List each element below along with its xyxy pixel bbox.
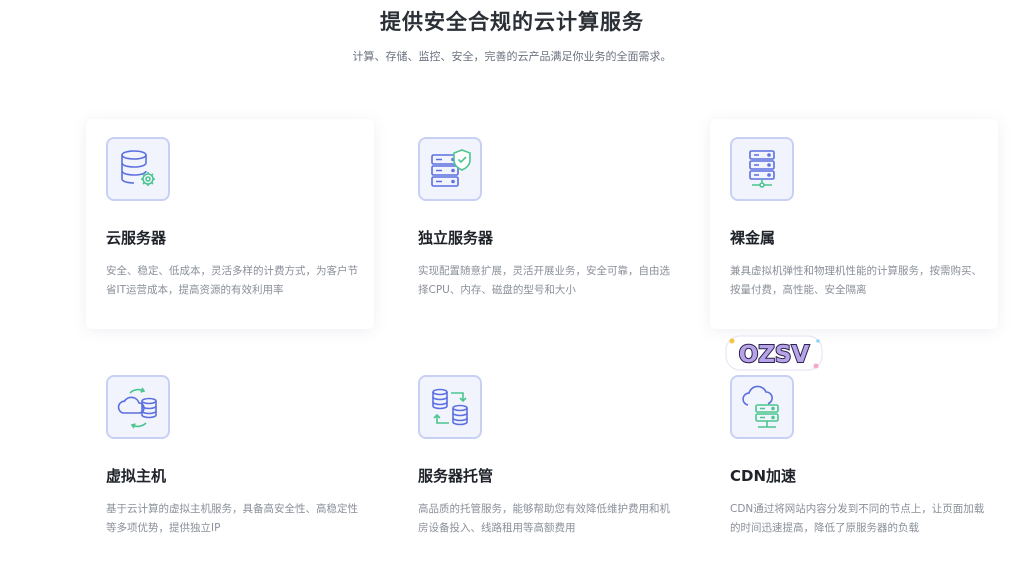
card-title: 服务器托管 — [418, 467, 494, 485]
section-title: 提供安全合规的云计算服务 — [380, 10, 644, 34]
product-card-cdn[interactable]: CDN加速 CDN通过将网站内容分发到不同的节点上，让页面加载的时间迅速提高，降… — [710, 357, 998, 567]
section-subtitle: 计算、存储、监控、安全，完善的云产品满足你业务的全面需求。 — [352, 50, 672, 63]
card-title: 云服务器 — [106, 229, 167, 247]
cloud-server-gear-icon — [106, 137, 170, 201]
card-title: 裸金属 — [730, 229, 776, 247]
cloud-database-sync-icon — [106, 375, 170, 439]
product-card-dedicated-server[interactable]: 独立服务器 实现配置随意扩展，灵活开展业务，安全可靠，自由选择CPU、内存、磁盘… — [398, 119, 686, 329]
sticker-text: OZSV — [739, 342, 810, 368]
server-shield-icon — [418, 137, 482, 201]
card-description: CDN通过将网站内容分发到不同的节点上，让页面加载的时间迅速提高，降低了原服务器… — [730, 503, 985, 534]
product-card-server-hosting[interactable]: 服务器托管 高品质的托管服务，能够帮助您有效降低维护费用和机房设备投入、线路租用… — [398, 357, 686, 567]
product-card-bare-metal[interactable]: 裸金属 兼具虚拟机弹性和物理机性能的计算服务，按需购买、按量付费，高性能、安全隔… — [710, 119, 998, 329]
cdn-cloud-server-icon — [730, 375, 794, 439]
card-description: 高品质的托管服务，能够帮助您有效降低维护费用和机房设备投入、线路租用等高额费用 — [418, 503, 670, 534]
card-description: 兼具虚拟机弹性和物理机性能的计算服务，按需购买、按量付费，高性能、安全隔离 — [730, 265, 982, 296]
card-description: 实现配置随意扩展，灵活开展业务，安全可靠，自由选择CPU、内存、磁盘的型号和大小 — [418, 265, 670, 296]
server-transfer-icon — [418, 375, 482, 439]
card-title: CDN加速 — [730, 467, 797, 485]
product-card-virtual-host[interactable]: 虚拟主机 基于云计算的虚拟主机服务，具备高安全性、高稳定性等多项优势，提供独立I… — [86, 357, 374, 567]
card-description: 基于云计算的虚拟主机服务，具备高安全性、高稳定性等多项优势，提供独立IP — [106, 503, 358, 534]
product-card-cloud-server[interactable]: 云服务器 安全、稳定、低成本，灵活多样的计费方式，为客户节省IT运营成本，提高资… — [86, 119, 374, 329]
card-title: 虚拟主机 — [106, 467, 167, 485]
card-title: 独立服务器 — [418, 229, 494, 247]
ozsv-sticker-logo: OZSV — [725, 335, 823, 371]
card-description: 安全、稳定、低成本，灵活多样的计费方式，为客户节省IT运营成本，提高资源的有效利… — [106, 265, 358, 296]
bare-metal-server-icon — [730, 137, 794, 201]
